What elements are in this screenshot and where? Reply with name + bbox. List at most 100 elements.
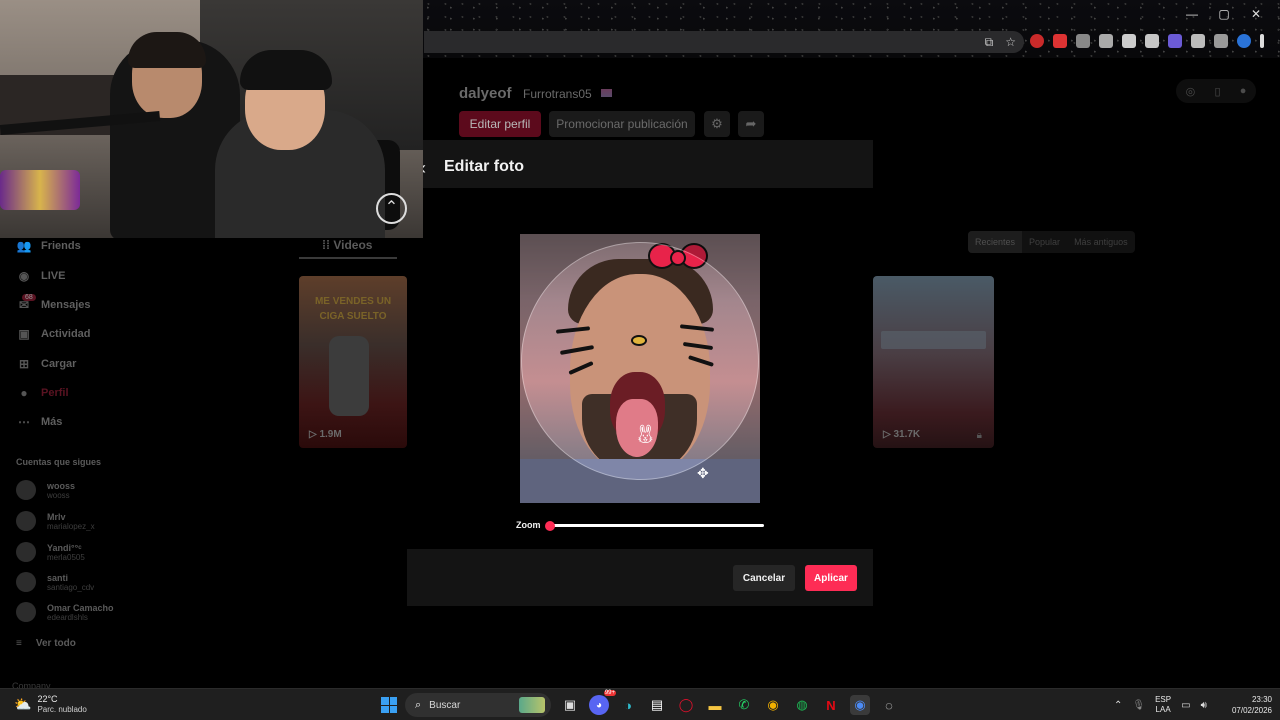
taskbar-apps: ▣ ◕ 99+ ◑ ▤ ◯ ▬ ✆ ◉ ◍ N ◉ ◌ bbox=[560, 690, 899, 715]
see-all-label: Ver todo bbox=[35, 638, 76, 649]
avatar bbox=[16, 542, 36, 562]
video-views: ▷ 1.9M bbox=[309, 429, 342, 440]
zoom-slider[interactable] bbox=[550, 524, 764, 527]
sidebar-item-profile[interactable]: ● Perfil bbox=[16, 386, 68, 400]
sort-oldest[interactable]: Más antiguos bbox=[1067, 231, 1135, 253]
avatar bbox=[16, 480, 36, 500]
windows-start-icon[interactable] bbox=[381, 697, 397, 713]
following-item[interactable]: Omar Camacho edeardlshls bbox=[16, 602, 114, 622]
webcam-snacks bbox=[0, 170, 80, 210]
sidebar-item-label: Actividad bbox=[41, 328, 91, 340]
following-name: wooss bbox=[47, 480, 76, 491]
task-view-icon[interactable]: ▣ bbox=[560, 695, 580, 715]
user-avatar-icon[interactable]: ● bbox=[1240, 85, 1247, 97]
notification-badge: 99+ bbox=[603, 690, 616, 696]
video-caption-box bbox=[881, 331, 986, 349]
modal-footer bbox=[407, 549, 873, 606]
following-name: santi bbox=[47, 572, 69, 583]
close-button[interactable]: ✕ bbox=[1240, 4, 1272, 24]
microphone-icon[interactable]: 🎙︎ bbox=[1132, 700, 1145, 711]
whatsapp-icon[interactable]: ✆ bbox=[734, 695, 754, 715]
phone-icon[interactable]: ▯ bbox=[1214, 85, 1220, 98]
opera-icon[interactable]: ◯ bbox=[676, 695, 696, 715]
extension-icon[interactable] bbox=[1099, 34, 1113, 48]
upload-icon: ⊞ bbox=[18, 357, 30, 371]
zoom-slider-handle[interactable] bbox=[545, 521, 555, 531]
taskbar: ⛅ 22°C Parc. nublado ⌕ Buscar ▣ ◕ 99+ ◑ ▤… bbox=[0, 688, 1280, 720]
sidebar-item-upload[interactable]: ⊞ Cargar bbox=[16, 357, 77, 371]
cancel-button[interactable]: Cancelar bbox=[733, 565, 795, 591]
share-icon[interactable]: ➦ bbox=[738, 111, 764, 137]
obs-icon[interactable]: ◌ bbox=[879, 695, 899, 715]
kebab-menu-icon[interactable] bbox=[1260, 34, 1264, 48]
move-cursor-icon: ✥ bbox=[697, 465, 709, 481]
sort-recent[interactable]: Recientes bbox=[968, 231, 1023, 253]
promote-button[interactable]: Promocionar publicación bbox=[549, 111, 695, 137]
following-title: Cuentas que sigues bbox=[16, 457, 102, 467]
sidebar-item-friends[interactable]: 👥 Friends bbox=[16, 239, 81, 253]
following-item[interactable]: santi santiago_cdv bbox=[16, 572, 94, 592]
live-icon: ◉ bbox=[18, 269, 30, 283]
following-item[interactable]: Mrlv marialopez_x bbox=[16, 511, 95, 531]
edit-profile-button[interactable]: Editar perfil bbox=[459, 111, 541, 137]
tab-underline bbox=[299, 257, 397, 259]
see-all-link[interactable]: ≡ Ver todo bbox=[16, 638, 76, 649]
address-bar[interactable]: ⧉ ☆ bbox=[424, 31, 1024, 53]
chevron-up-icon[interactable]: ⌃ bbox=[1114, 700, 1122, 711]
language-indicator[interactable]: ESP LAA bbox=[1155, 695, 1171, 715]
apply-button[interactable]: Aplicar bbox=[805, 565, 857, 591]
netflix-icon[interactable]: N bbox=[821, 695, 841, 715]
taskbar-search[interactable]: ⌕ Buscar bbox=[405, 693, 551, 717]
extension-icon[interactable] bbox=[1145, 34, 1159, 48]
file-explorer-icon[interactable]: ▬ bbox=[705, 695, 725, 715]
store-icon[interactable]: ▤ bbox=[647, 695, 667, 715]
photo-crop-area[interactable]: 🐰︎ bbox=[520, 234, 760, 503]
chrome-icon[interactable]: ◉ bbox=[763, 695, 783, 715]
friends-icon: 👥 bbox=[16, 239, 32, 253]
following-item[interactable]: wooss wooss bbox=[16, 480, 75, 500]
views-count: 1.9M bbox=[319, 429, 342, 440]
extension-icon[interactable] bbox=[1053, 34, 1067, 48]
tab-videos[interactable]: ⁞⁞ Videos bbox=[322, 238, 372, 252]
bookmark-star-icon[interactable]: ☆ bbox=[1005, 33, 1016, 51]
spotify-icon[interactable]: ◍ bbox=[792, 695, 812, 715]
sidebar-item-more[interactable]: ⋯ Más bbox=[16, 415, 62, 429]
sidebar-item-label: LIVE bbox=[41, 270, 66, 282]
top-right-actions: ◎ ▯ ● bbox=[1176, 79, 1256, 103]
extension-icon[interactable] bbox=[1168, 34, 1182, 48]
messages-badge: 68 bbox=[22, 294, 36, 301]
video-card[interactable]: ▷ 31.7K 🔒︎ bbox=[873, 276, 994, 448]
install-app-icon[interactable]: ⧉ bbox=[985, 33, 994, 51]
extension-icon[interactable] bbox=[1030, 34, 1044, 48]
media-icon[interactable] bbox=[1214, 34, 1228, 48]
play-icon: ▷ bbox=[883, 429, 894, 440]
webcam-person-hair bbox=[128, 32, 206, 68]
sidebar-item-live[interactable]: ◉ LIVE bbox=[16, 269, 66, 283]
weather-text: Parc. nublado bbox=[37, 705, 87, 714]
following-handle: marialopez_x bbox=[47, 521, 95, 531]
network-icon[interactable]: ▭ bbox=[1181, 700, 1190, 711]
weather-widget[interactable]: ⛅ 22°C Parc. nublado bbox=[14, 694, 87, 715]
minimize-button[interactable]: — bbox=[1176, 4, 1208, 24]
discord-icon[interactable]: ◕ 99+ bbox=[589, 690, 616, 715]
chrome-active-icon[interactable]: ◉ bbox=[850, 695, 870, 715]
views-count: 31.7K bbox=[893, 429, 921, 440]
activity-icon: ▣ bbox=[18, 327, 30, 341]
clock[interactable]: 23:30 07/02/2026 bbox=[1226, 694, 1272, 716]
extension-icon[interactable] bbox=[1076, 34, 1090, 48]
video-card[interactable]: ME VENDES UN CIGA SUELTO ▷ 1.9M bbox=[299, 276, 407, 448]
maximize-button[interactable]: ▢ bbox=[1208, 4, 1240, 24]
avatar[interactable] bbox=[1237, 34, 1251, 48]
list-icon: ≡ bbox=[16, 638, 22, 649]
volume-icon[interactable]: 🔊︎ bbox=[1201, 700, 1207, 711]
extension-icon[interactable] bbox=[1122, 34, 1136, 48]
puzzle-icon[interactable] bbox=[1191, 34, 1205, 48]
following-item[interactable]: Yandi°°ᶜ merla0505 bbox=[16, 542, 85, 562]
zoom-label: Zoom bbox=[516, 520, 541, 530]
compass-icon[interactable]: ◎ bbox=[1186, 85, 1196, 98]
avatar bbox=[16, 511, 36, 531]
sidebar-item-activity[interactable]: ▣ Actividad bbox=[16, 327, 91, 341]
sort-popular[interactable]: Popular bbox=[1022, 231, 1067, 253]
edge-icon[interactable]: ◑ bbox=[618, 695, 638, 715]
settings-gear-icon[interactable]: ⚙ bbox=[704, 111, 730, 137]
